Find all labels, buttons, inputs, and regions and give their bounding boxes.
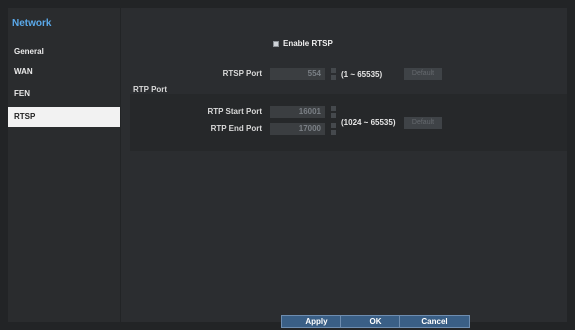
rtp-end-port-label: RTP End Port [210,124,262,133]
sidebar-item-rtsp[interactable]: RTSP [8,107,120,127]
enable-rtsp-row[interactable]: Enable RTSP [273,39,333,48]
sidebar-item-fen[interactable]: FEN [8,84,120,104]
sidebar-item-general[interactable]: General [8,42,120,62]
stepper-down-icon[interactable] [331,113,336,118]
enable-rtsp-checkbox[interactable] [273,40,279,47]
stepper-down-icon[interactable] [331,130,336,135]
rtp-start-port-stepper[interactable] [331,106,336,118]
stepper-down-icon[interactable] [331,75,336,80]
content-panel [121,8,567,322]
cancel-button[interactable]: Cancel [399,315,470,328]
rtp-start-port-label: RTP Start Port [207,107,262,116]
rtp-port-range: (1024 ~ 65535) [341,118,396,127]
rtp-port-section-label: RTP Port [133,85,168,94]
rtp-start-port-input[interactable]: 16001 [270,106,325,118]
stepper-up-icon[interactable] [331,106,336,111]
stepper-up-icon[interactable] [331,68,336,73]
rtsp-port-label: RTSP Port [222,69,262,78]
rtsp-port-stepper[interactable] [331,68,336,80]
sidebar-title: Network [12,18,52,29]
enable-rtsp-label: Enable RTSP [283,39,333,48]
rtsp-port-range: (1 ~ 65535) [341,70,383,79]
stepper-up-icon[interactable] [331,123,336,128]
rtsp-port-input[interactable]: 554 [270,68,325,80]
rtp-end-port-input[interactable]: 17000 [270,123,325,135]
sidebar: Network General WAN FEN RTSP [8,8,120,322]
rtp-default-button[interactable]: Default [404,117,442,129]
rtp-end-port-stepper[interactable] [331,123,336,135]
sidebar-item-wan[interactable]: WAN [8,62,120,82]
rtsp-default-button[interactable]: Default [404,68,442,80]
